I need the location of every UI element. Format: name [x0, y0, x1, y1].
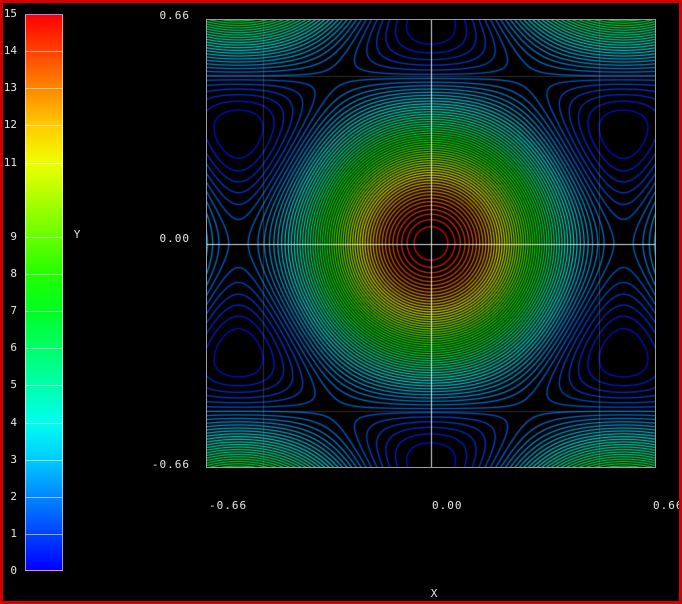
colorbar-separator [26, 125, 62, 126]
x-tick-middle: 0.00 [432, 500, 472, 512]
x-tick-left: -0.66 [209, 500, 253, 512]
colorbar-tick-label: 7 [3, 305, 17, 317]
y-tick-middle: 0.00 [120, 233, 190, 245]
colorbar-tick-label: 15 [3, 8, 17, 20]
colorbar-tick-label: 8 [3, 268, 17, 280]
colorbar-tick-label: 6 [3, 342, 17, 354]
colorbar-separator [26, 385, 62, 386]
colorbar-tick-label: 0 [3, 565, 17, 577]
colorbar-separator [26, 534, 62, 535]
contour-plot-window: 15 14 13 12 11 9 8 7 6 5 4 3 2 1 0 Y 0.66 0.00 -0.66 -… [0, 0, 682, 604]
y-tick-bottom: -0.66 [120, 459, 190, 471]
colorbar-separator [26, 274, 62, 275]
colorbar-separator [26, 348, 62, 349]
colorbar-tick-label: 3 [3, 454, 17, 466]
colorbar-separator [26, 460, 62, 461]
contour-plot-canvas [207, 20, 655, 467]
colorbar-separator [26, 311, 62, 312]
x-tick-right: 0.66 [653, 500, 682, 512]
colorbar-tick-label: 5 [3, 379, 17, 391]
colorbar-tick-label: 4 [3, 417, 17, 429]
colorbar-tick-label: 11 [3, 157, 17, 169]
y-axis-title: Y [70, 229, 84, 241]
colorbar-tick-label: 13 [3, 82, 17, 94]
colorbar-separator [26, 51, 62, 52]
colorbar-separator [26, 423, 62, 424]
x-axis-title: X [427, 588, 441, 600]
colorbar-separator [26, 497, 62, 498]
colorbar-separator [26, 163, 62, 164]
colorbar-tick-label: 1 [3, 528, 17, 540]
colorbar [25, 14, 63, 571]
y-tick-top: 0.66 [120, 10, 190, 22]
colorbar-separator [26, 88, 62, 89]
colorbar-labels: 15 14 13 12 11 9 8 7 6 5 4 3 2 1 0 [3, 3, 23, 601]
colorbar-tick-label: 2 [3, 491, 17, 503]
colorbar-tick-label: 9 [3, 231, 17, 243]
colorbar-tick-label: 14 [3, 45, 17, 57]
colorbar-separator [26, 237, 62, 238]
colorbar-tick-label: 12 [3, 119, 17, 131]
plot-frame [206, 19, 656, 468]
